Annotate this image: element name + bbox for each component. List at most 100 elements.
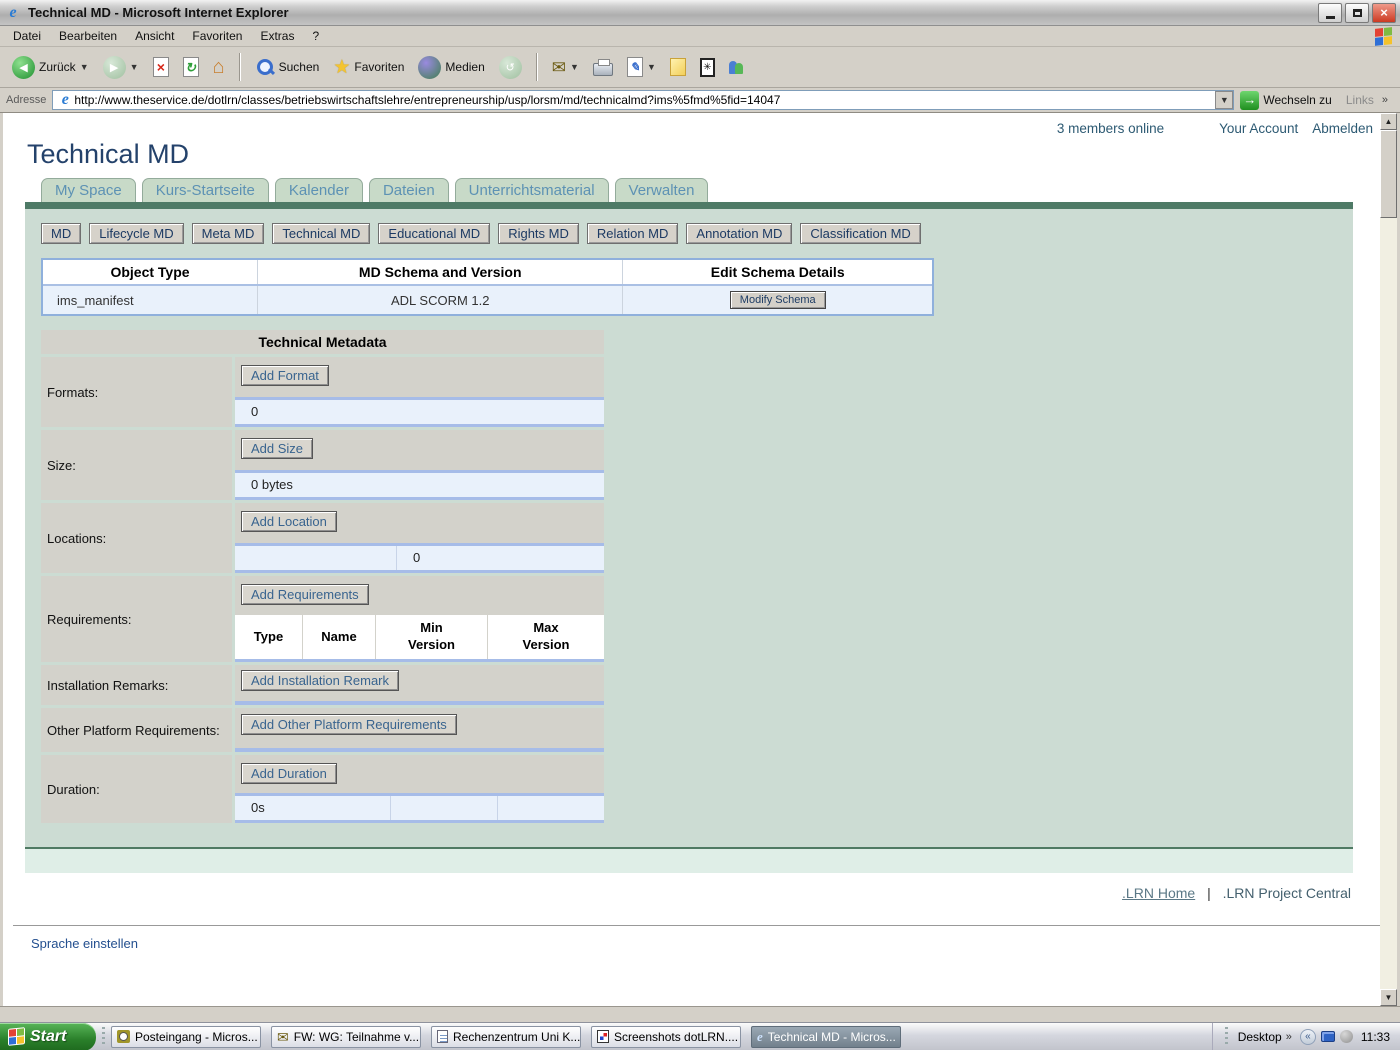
refresh-button[interactable]: ↻ xyxy=(179,55,203,79)
address-dropdown-icon[interactable]: ▼ xyxy=(1215,91,1233,109)
md-button[interactable]: MD xyxy=(41,223,81,244)
lifecycle-md-button[interactable]: Lifecycle MD xyxy=(89,223,183,244)
add-other-platform-button[interactable]: Add Other Platform Requirements xyxy=(241,714,457,735)
toolbar-separator xyxy=(536,53,538,81)
vertical-scrollbar[interactable]: ▲ ▼ xyxy=(1380,113,1397,1006)
menu-datei[interactable]: Datei xyxy=(4,27,50,45)
links-chevron-icon[interactable]: » xyxy=(1382,94,1388,106)
add-location-button[interactable]: Add Location xyxy=(241,511,337,532)
band-bottom-strip xyxy=(25,847,1353,873)
add-duration-button[interactable]: Add Duration xyxy=(241,763,337,784)
minimize-button[interactable] xyxy=(1318,3,1342,23)
task-posteingang[interactable]: Posteingang - Micros... xyxy=(111,1026,261,1048)
tab-my-space[interactable]: My Space xyxy=(41,178,136,202)
task-fw-mail[interactable]: ✉ FW: WG: Teilnahme v... xyxy=(271,1026,421,1048)
duration-label: Duration: xyxy=(41,755,232,823)
tab-verwalten[interactable]: Verwalten xyxy=(615,178,709,202)
logout-link[interactable]: Abmelden xyxy=(1312,121,1373,136)
annotation-md-button[interactable]: Annotation MD xyxy=(686,223,792,244)
favorites-button[interactable]: ★ Favoriten xyxy=(329,56,408,79)
task-label: Screenshots dotLRN.... xyxy=(614,1030,738,1044)
home-button[interactable]: ⌂ xyxy=(209,55,229,79)
task-rechenzentrum[interactable]: Rechenzentrum Uni K... xyxy=(431,1026,581,1048)
schema-col-edit: Edit Schema Details xyxy=(622,260,932,284)
menu-favoriten[interactable]: Favoriten xyxy=(183,27,251,45)
notes-button[interactable] xyxy=(666,56,690,78)
tab-kalender[interactable]: Kalender xyxy=(275,178,363,202)
requirements-header-row: Type Name Min Version Max Version xyxy=(235,615,604,662)
requirements-cell: Add Requirements Type Name Min Version M… xyxy=(235,576,604,662)
history-button[interactable]: ↺ xyxy=(495,54,526,81)
messenger-button[interactable] xyxy=(725,59,747,76)
taskbar-clock[interactable]: 11:33 xyxy=(1361,1030,1400,1044)
your-account-link[interactable]: Your Account xyxy=(1219,121,1298,136)
modify-schema-button[interactable]: Modify Schema xyxy=(730,291,826,309)
stop-button[interactable]: × xyxy=(149,55,173,79)
menu-hilfe[interactable]: ? xyxy=(303,27,328,45)
installation-divider xyxy=(235,701,604,705)
print-button[interactable] xyxy=(589,56,617,78)
forward-button[interactable]: ▶ ▼ xyxy=(99,54,143,81)
task-screenshots[interactable]: Screenshots dotLRN.... xyxy=(591,1026,741,1048)
duration-value: 0s xyxy=(235,796,390,820)
task-label: Technical MD - Micros... xyxy=(768,1030,896,1044)
address-input[interactable]: e http://www.theservice.de/dotlrn/classe… xyxy=(52,90,1234,110)
tray-chevron-icon[interactable]: » xyxy=(1286,1031,1292,1043)
relation-md-button[interactable]: Relation MD xyxy=(587,223,679,244)
educational-md-button[interactable]: Educational MD xyxy=(378,223,490,244)
menu-ansicht[interactable]: Ansicht xyxy=(126,27,183,45)
classification-md-button[interactable]: Classification MD xyxy=(800,223,920,244)
lrn-home-link[interactable]: .LRN Home xyxy=(1122,885,1195,901)
desktop-toolbar-label[interactable]: Desktop xyxy=(1238,1030,1282,1044)
back-button[interactable]: ◀ Zurück ▼ xyxy=(8,54,93,81)
network-tray-icon[interactable] xyxy=(1321,1031,1335,1042)
language-link[interactable]: Sprache einstellen xyxy=(31,936,1397,951)
menu-extras[interactable]: Extras xyxy=(251,27,303,45)
rights-md-button[interactable]: Rights MD xyxy=(498,223,579,244)
start-button[interactable]: Start xyxy=(0,1023,96,1050)
user-bar: 3 members online Your Account Abmelden xyxy=(1057,121,1373,136)
restore-button[interactable] xyxy=(1345,3,1369,23)
scroll-down-icon[interactable]: ▼ xyxy=(1380,989,1397,1006)
add-requirements-button[interactable]: Add Requirements xyxy=(241,584,369,605)
tab-kurs-startseite[interactable]: Kurs-Startseite xyxy=(142,178,269,202)
status-tray-icon[interactable] xyxy=(1340,1030,1353,1043)
mail-dropdown-icon[interactable]: ▼ xyxy=(570,62,579,72)
tab-dateien[interactable]: Dateien xyxy=(369,178,449,202)
scroll-up-icon[interactable]: ▲ xyxy=(1380,113,1397,130)
edit-button[interactable]: ✎ ▼ xyxy=(623,55,660,79)
forward-icon: ▶ xyxy=(103,56,126,79)
technical-md-button[interactable]: Technical MD xyxy=(272,223,370,244)
search-button[interactable]: Suchen xyxy=(251,55,324,79)
media-button[interactable]: Medien xyxy=(414,54,488,81)
req-col-min-version: Min Version xyxy=(376,615,487,659)
hide-icons-button[interactable]: « xyxy=(1300,1029,1316,1045)
locations-count-value: 0 xyxy=(396,546,604,570)
scrollbar-thumb[interactable] xyxy=(1380,130,1397,218)
links-label[interactable]: Links xyxy=(1346,93,1374,107)
forward-dropdown-icon[interactable]: ▼ xyxy=(130,62,139,72)
add-size-button[interactable]: Add Size xyxy=(241,438,313,459)
size-value: 0 bytes xyxy=(235,473,604,497)
task-technical-md-active[interactable]: e Technical MD - Micros... xyxy=(751,1026,901,1048)
start-flag-icon xyxy=(8,1027,25,1046)
other-platform-cell: Add Other Platform Requirements xyxy=(235,708,604,752)
edit-dropdown-icon[interactable]: ▼ xyxy=(647,62,656,72)
back-dropdown-icon[interactable]: ▼ xyxy=(80,62,89,72)
address-url[interactable]: http://www.theservice.de/dotlrn/classes/… xyxy=(74,93,1215,107)
lrn-project-central-link[interactable]: .LRN Project Central xyxy=(1223,885,1351,901)
sizer-button[interactable]: ✳ xyxy=(696,56,719,79)
close-button[interactable]: × xyxy=(1372,3,1396,23)
meta-md-button[interactable]: Meta MD xyxy=(192,223,265,244)
mail-button[interactable]: ✉ ▼ xyxy=(548,57,583,78)
add-format-button[interactable]: Add Format xyxy=(241,365,329,386)
home-icon: ⌂ xyxy=(213,57,225,77)
schema-version-value: ADL SCORM 1.2 xyxy=(257,286,622,314)
task-label: Posteingang - Micros... xyxy=(135,1030,258,1044)
menu-bearbeiten[interactable]: Bearbeiten xyxy=(50,27,126,45)
tab-unterrichtsmaterial[interactable]: Unterrichtsmaterial xyxy=(455,178,609,202)
add-installation-remark-button[interactable]: Add Installation Remark xyxy=(241,670,399,691)
go-button[interactable]: → Wechseln zu xyxy=(1240,91,1331,110)
go-label: Wechseln zu xyxy=(1263,93,1331,107)
ie-icon: e xyxy=(4,4,22,22)
